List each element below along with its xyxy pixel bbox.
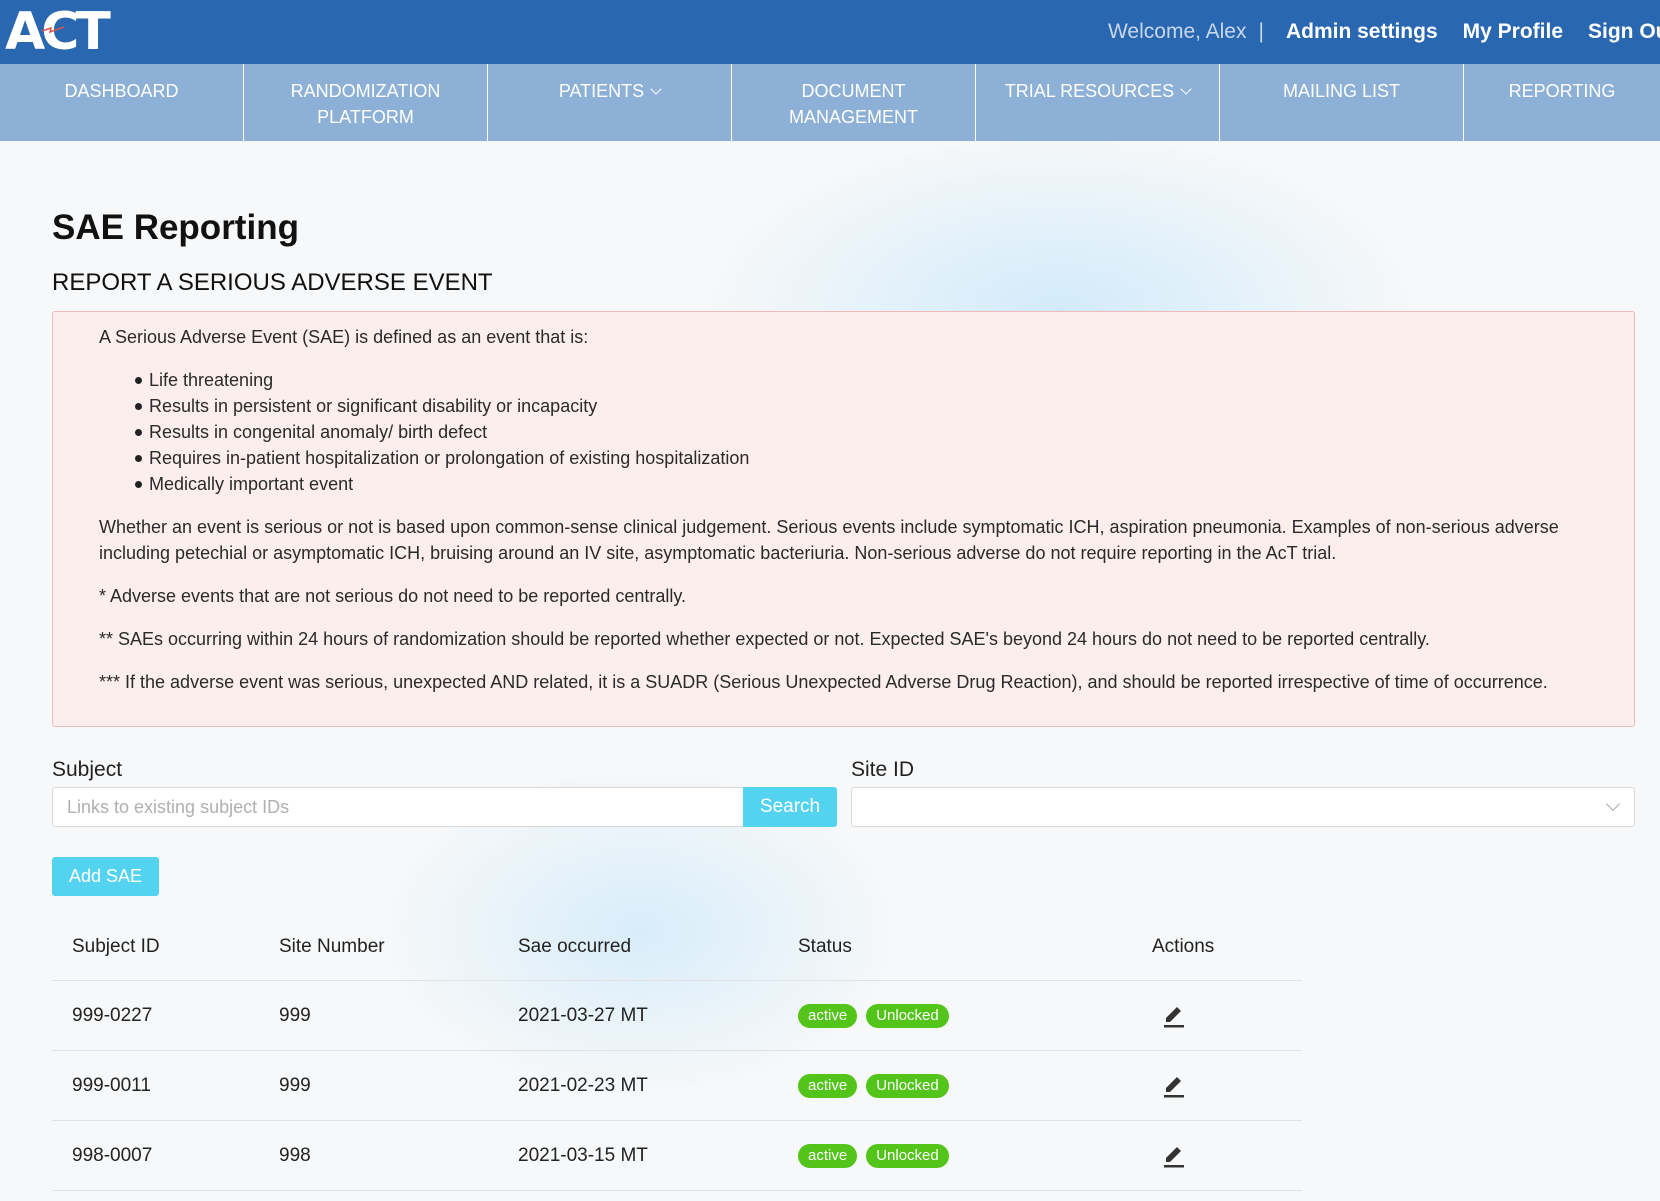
pencil-icon[interactable] xyxy=(1162,1143,1186,1169)
chevron-down-icon xyxy=(1605,796,1621,812)
page-title: SAE Reporting xyxy=(52,208,299,247)
alert-intro: A Serious Adverse Event (SAE) is defined… xyxy=(99,327,589,347)
list-item: Results in persistent or significant dis… xyxy=(99,393,1588,419)
site-number-cell: 999 xyxy=(279,1004,311,1026)
top-header: ACT Welcome, Alex | Admin settings My Pr… xyxy=(0,0,1660,64)
actions-cell xyxy=(1152,1121,1186,1190)
nav-mailing-list[interactable]: MAILING LIST xyxy=(1220,64,1464,141)
status-badge: active xyxy=(798,1143,858,1168)
alert-note-2: ** SAEs occurring within 24 hours of ran… xyxy=(99,629,1430,649)
nav-label: MAILING LIST xyxy=(1282,81,1401,101)
subject-id-cell: 998-0007 xyxy=(72,1144,153,1166)
sae-occurred-cell: 2021-03-27 MT xyxy=(518,1004,648,1026)
nav-label-line2: MANAGEMENT xyxy=(788,107,918,127)
status-cell: active Unlocked xyxy=(798,1121,958,1190)
table-row: 998-0007 998 2021-03-15 MT active Unlock… xyxy=(52,1121,1302,1191)
alert-paragraph: Whether an event is serious or not is ba… xyxy=(99,517,1559,563)
column-header: Status xyxy=(798,935,852,957)
nav-label: DASHBOARD xyxy=(64,81,179,101)
list-item: Medically important event xyxy=(99,471,1588,497)
bullet-icon xyxy=(135,403,142,410)
list-item-text: Results in congenital anomaly/ birth def… xyxy=(149,422,488,442)
pencil-icon[interactable] xyxy=(1162,1003,1186,1029)
lock-badge: Unlocked xyxy=(866,1003,949,1028)
welcome-text: Welcome, Alex xyxy=(1107,20,1247,43)
bullet-icon xyxy=(135,429,142,436)
list-item: Requires in-patient hospitalization or p… xyxy=(99,445,1588,471)
subject-id-cell: 999-0227 xyxy=(72,1004,153,1026)
column-header: Subject ID xyxy=(72,935,160,957)
subject-id-cell: 999-0011 xyxy=(72,1074,151,1096)
site-id-label: Site ID xyxy=(851,758,915,781)
logo[interactable]: ACT xyxy=(5,4,111,60)
nav-patients[interactable]: PATIENTS xyxy=(488,64,732,141)
nav-label: DOCUMENT xyxy=(801,81,906,101)
status-cell: active Unlocked xyxy=(798,1051,958,1120)
sae-table: Subject ID Site Number Sae occurred Stat… xyxy=(52,913,1302,1191)
lock-badge: Unlocked xyxy=(866,1073,949,1098)
nav-label-line2: PLATFORM xyxy=(317,107,414,127)
nav-label: TRIAL RESOURCES xyxy=(1004,81,1175,101)
list-item-text: Life threatening xyxy=(149,370,274,390)
lock-badge: Unlocked xyxy=(866,1143,949,1168)
column-header: Site Number xyxy=(279,935,385,957)
sae-occurred-cell: 2021-02-23 MT xyxy=(518,1074,648,1096)
list-item-text: Medically important event xyxy=(149,474,354,494)
search-button[interactable]: Search xyxy=(743,787,837,827)
column-header: Actions xyxy=(1152,935,1215,957)
table-row: 999-0011 999 2021-02-23 MT active Unlock… xyxy=(52,1051,1302,1121)
table-header-row: Subject ID Site Number Sae occurred Stat… xyxy=(52,913,1302,981)
nav-label: PATIENTS xyxy=(558,81,645,101)
nav-label: RANDOMIZATION xyxy=(290,81,441,101)
add-sae-button[interactable]: Add SAE xyxy=(52,857,159,896)
bullet-icon xyxy=(135,455,142,462)
nav-dashboard[interactable]: DASHBOARD xyxy=(0,64,244,141)
table-row: 999-0227 999 2021-03-27 MT active Unlock… xyxy=(52,981,1302,1051)
my-profile-link[interactable]: My Profile xyxy=(1463,20,1563,44)
nav-reporting[interactable]: REPORTING xyxy=(1464,64,1660,141)
nav-label: REPORTING xyxy=(1508,81,1616,101)
sae-criteria-list: Life threatening Results in persistent o… xyxy=(99,367,1588,497)
admin-settings-link[interactable]: Admin settings xyxy=(1286,20,1438,44)
separator: | xyxy=(1258,20,1264,43)
list-item: Life threatening xyxy=(99,367,1588,393)
site-id-select[interactable] xyxy=(851,787,1635,827)
logo-mark-icon xyxy=(41,26,65,34)
list-item: Results in congenital anomaly/ birth def… xyxy=(99,419,1588,445)
nav-document-management[interactable]: DOCUMENT MANAGEMENT xyxy=(732,64,976,141)
sign-out-link[interactable]: Sign Out xyxy=(1588,20,1660,44)
bullet-icon xyxy=(135,481,142,488)
chevron-down-icon xyxy=(650,83,662,95)
sae-definition-alert: A Serious Adverse Event (SAE) is defined… xyxy=(52,311,1635,727)
list-item-text: Requires in-patient hospitalization or p… xyxy=(149,448,750,468)
pencil-icon[interactable] xyxy=(1162,1073,1186,1099)
bullet-icon xyxy=(135,377,142,384)
column-header: Sae occurred xyxy=(518,935,632,957)
alert-note-1: * Adverse events that are not serious do… xyxy=(99,586,687,606)
status-badge: active xyxy=(798,1003,858,1028)
site-number-cell: 998 xyxy=(279,1144,311,1166)
nav-trial-resources[interactable]: TRIAL RESOURCES xyxy=(976,64,1220,141)
section-title: REPORT A SERIOUS ADVERSE EVENT xyxy=(52,269,493,296)
subject-search-input[interactable] xyxy=(52,787,744,827)
actions-cell xyxy=(1152,981,1186,1050)
site-number-cell: 999 xyxy=(279,1074,311,1096)
alert-note-3: *** If the adverse event was serious, un… xyxy=(99,672,1548,692)
nav-randomization-platform[interactable]: RANDOMIZATION PLATFORM xyxy=(244,64,488,141)
actions-cell xyxy=(1152,1051,1186,1120)
chevron-down-icon xyxy=(1180,83,1192,95)
user-menu: Welcome, Alex | Admin settings My Profil… xyxy=(1108,0,1660,64)
sae-occurred-cell: 2021-03-15 MT xyxy=(518,1144,648,1166)
status-cell: active Unlocked xyxy=(798,981,958,1050)
main-nav: DASHBOARD RANDOMIZATION PLATFORM PATIENT… xyxy=(0,64,1660,141)
subject-label: Subject xyxy=(52,758,123,781)
status-badge: active xyxy=(798,1073,858,1098)
list-item-text: Results in persistent or significant dis… xyxy=(149,396,598,416)
